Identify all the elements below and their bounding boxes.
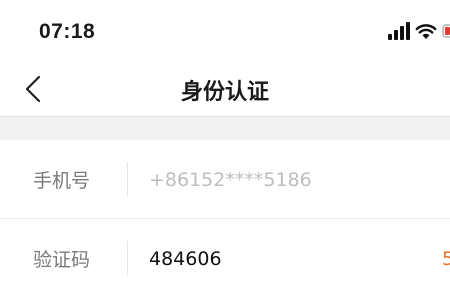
resend-countdown[interactable]: 5 (442, 248, 450, 270)
section-gap (0, 116, 450, 140)
page-title: 身份认证 (180, 80, 269, 105)
signal-icon (388, 22, 410, 40)
nav-bar: 身份认证 (0, 60, 450, 116)
status-time: 07:18 (39, 20, 96, 43)
wifi-icon (415, 24, 437, 39)
phone-number: +86152****5186 (149, 169, 312, 191)
field-divider (127, 241, 128, 275)
phone-row: 手机号 +86152****5186 (0, 140, 450, 219)
code-label: 验证码 (33, 249, 91, 271)
field-divider (127, 162, 128, 196)
code-row: 验证码 5 (0, 219, 450, 300)
battery-icon (442, 24, 450, 38)
status-bar: 07:18 (0, 0, 450, 60)
phone-label: 手机号 (33, 170, 91, 192)
verification-code-input[interactable] (149, 248, 409, 270)
